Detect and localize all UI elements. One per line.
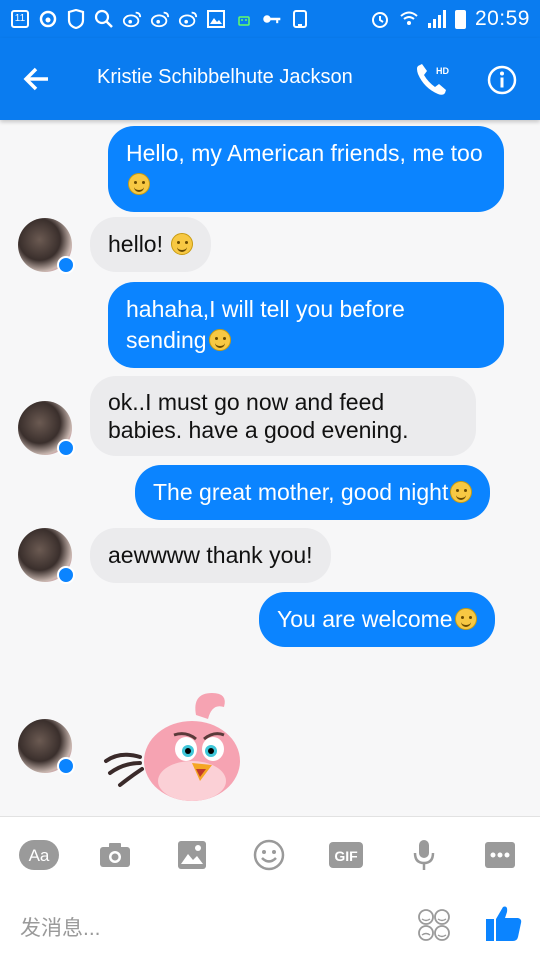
notification-11-icon: 11: [10, 9, 30, 29]
messenger-badge-icon: [57, 566, 75, 584]
hd-call-icon[interactable]: HD: [412, 60, 452, 100]
sticker-faces-icon[interactable]: [416, 907, 452, 943]
gif-label: GIF: [334, 848, 358, 864]
emoji-icon[interactable]: [248, 837, 290, 873]
android-icon: [234, 9, 254, 29]
gallery-icon[interactable]: [171, 837, 213, 873]
avatar[interactable]: [18, 719, 75, 775]
message-bubble-outgoing[interactable]: You are welcome: [259, 592, 495, 647]
avatar[interactable]: [18, 401, 75, 457]
message-text: Hello, my American friends, me too: [126, 140, 483, 166]
message-text: You are welcome: [277, 606, 453, 632]
more-icon[interactable]: [479, 837, 521, 873]
message-bubble-incoming[interactable]: hello!: [90, 217, 212, 272]
shield-icon: [66, 9, 86, 29]
message-bubble-outgoing[interactable]: The great mother, good night: [135, 465, 491, 520]
face-with-tongue-icon: [450, 481, 473, 503]
message-text: aewwww thank you!: [108, 542, 313, 568]
signal-icon: [427, 10, 446, 28]
message-composer: Aa GIF 发消息...: [0, 816, 540, 960]
info-icon[interactable]: [486, 64, 518, 96]
key-icon: [262, 9, 282, 29]
notification-count: 11: [11, 10, 29, 28]
image-icon: [206, 9, 226, 29]
message-bubble-outgoing[interactable]: Hello, my American friends, me too: [108, 126, 504, 212]
contact-name[interactable]: Kristie Schibbelhute Jackson: [97, 66, 353, 89]
gif-icon[interactable]: GIF: [325, 837, 367, 873]
status-time: 20:59: [474, 7, 530, 30]
wifi-icon: [399, 9, 419, 29]
battery-icon: [454, 9, 466, 29]
weibo-icon: [38, 9, 58, 29]
microphone-icon[interactable]: [403, 837, 445, 873]
relieved-face-icon: [208, 329, 231, 351]
aa-icon[interactable]: Aa: [18, 837, 60, 873]
weibo-icon: [122, 9, 142, 29]
message-text: ok..I must go now and feed babies. have …: [108, 389, 409, 443]
conversation-header: Kristie Schibbelhute Jackson HD: [0, 38, 540, 120]
aa-label: Aa: [29, 846, 50, 865]
pink-bird-sticker[interactable]: [100, 685, 250, 805]
smiling-face-icon: [171, 233, 194, 255]
grinning-face-icon: [454, 608, 477, 630]
message-bubble-outgoing[interactable]: hahaha,I will tell you before sending: [108, 282, 504, 368]
alarm-icon: [370, 9, 390, 29]
back-arrow-icon[interactable]: [18, 60, 56, 98]
message-text: hello!: [108, 231, 170, 257]
winking-face-tongue-icon: [128, 173, 150, 195]
status-bar: 11 20:59: [0, 0, 540, 38]
message-bubble-incoming[interactable]: aewwww thank you!: [90, 528, 331, 583]
device-icon: [290, 9, 310, 29]
messenger-badge-icon: [57, 439, 75, 457]
messenger-badge-icon: [57, 256, 75, 274]
camera-icon[interactable]: [94, 837, 136, 873]
status-left-icons: 11: [10, 9, 310, 29]
hd-label: HD: [436, 66, 449, 76]
message-bubble-incoming[interactable]: ok..I must go now and feed babies. have …: [90, 376, 476, 456]
weibo-icon: [178, 9, 198, 29]
message-text: The great mother, good night: [153, 479, 449, 505]
message-input[interactable]: 发消息...: [20, 912, 101, 942]
search-icon: [94, 9, 114, 29]
avatar[interactable]: [18, 218, 75, 274]
weibo-icon: [150, 9, 170, 29]
messenger-badge-icon: [57, 757, 75, 775]
message-list[interactable]: Hello, my American friends, me too hello…: [0, 120, 540, 816]
message-text: hahaha,I will tell you before sending: [126, 296, 405, 353]
avatar[interactable]: [18, 528, 75, 584]
status-right-icons: 20:59: [370, 7, 530, 31]
thumbs-up-icon[interactable]: [484, 903, 524, 943]
